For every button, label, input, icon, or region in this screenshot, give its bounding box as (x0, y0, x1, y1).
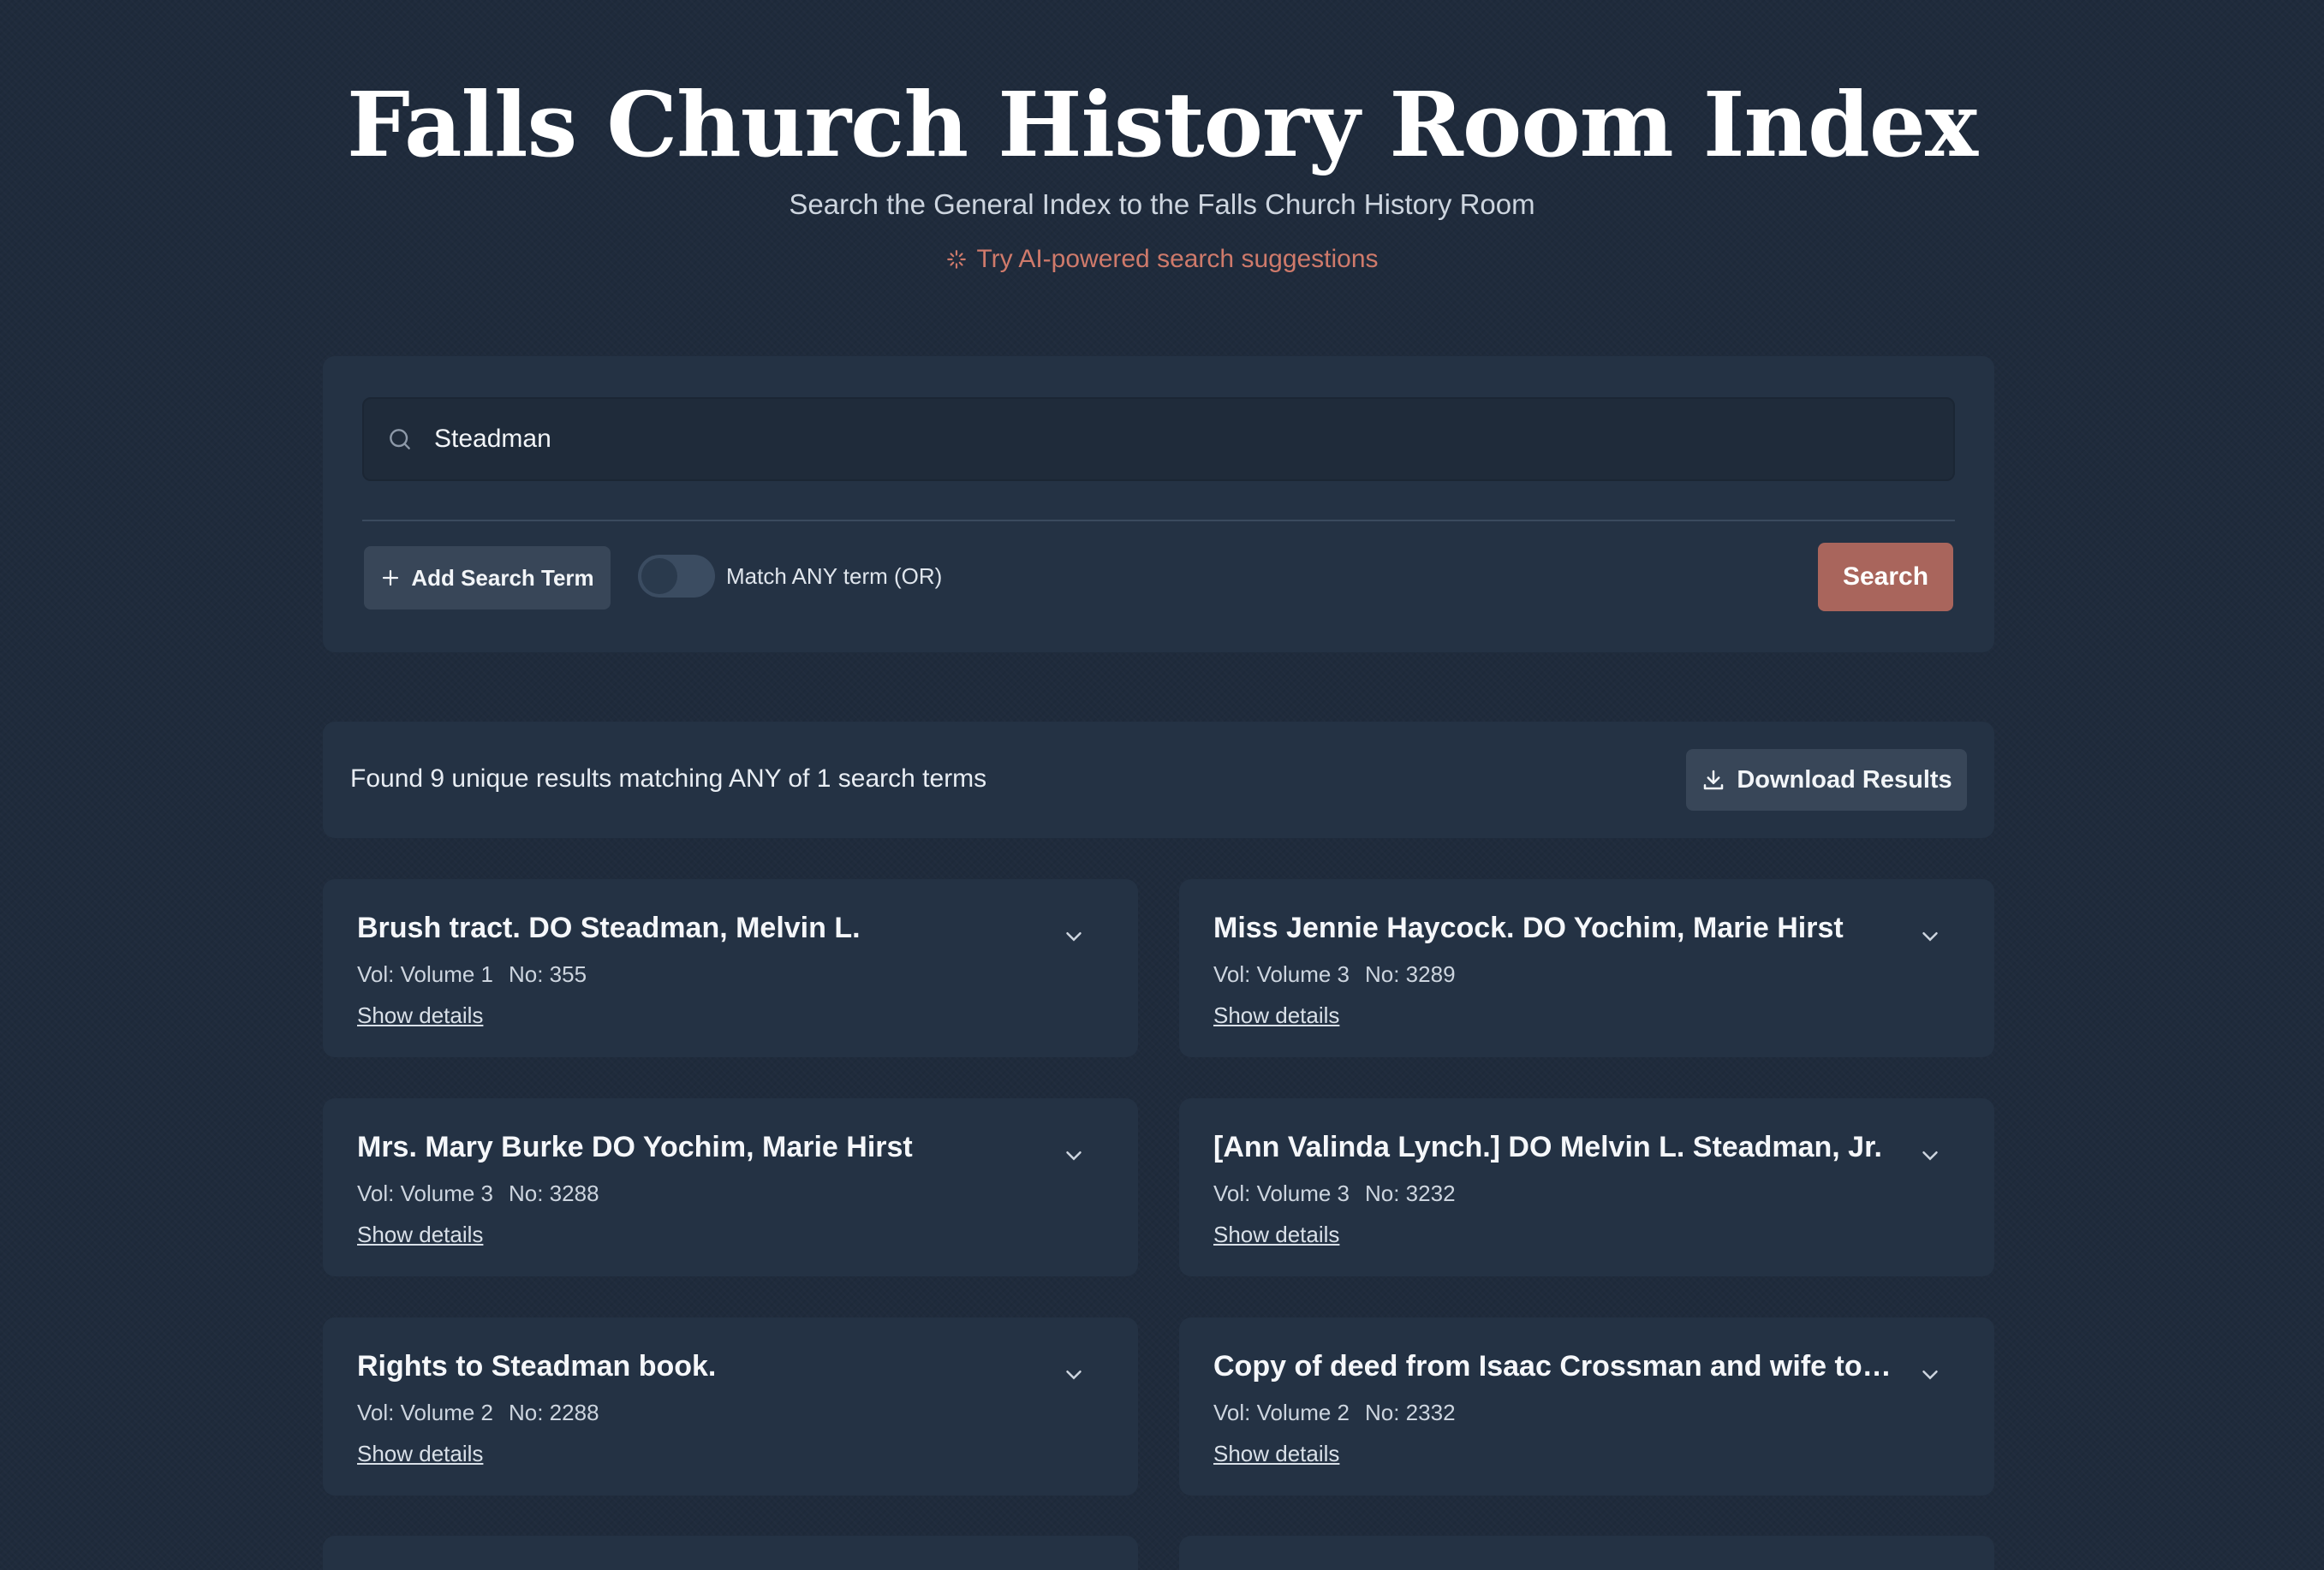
result-meta: Vol: Volume 1 No: 355 (357, 961, 587, 988)
show-details-link[interactable]: Show details (1213, 1441, 1339, 1467)
result-number: No: 3289 (1365, 961, 1456, 987)
result-number: No: 3232 (1365, 1180, 1456, 1206)
chevron-down-icon[interactable] (1061, 924, 1087, 949)
chevron-down-icon[interactable] (1061, 1362, 1087, 1388)
result-card-partial[interactable] (323, 1536, 1138, 1570)
result-card-partial[interactable] (1179, 1536, 1994, 1570)
show-details-link[interactable]: Show details (1213, 1222, 1339, 1248)
ai-suggestions-link[interactable]: Try AI-powered search suggestions (945, 245, 1379, 274)
sparkle-icon (947, 250, 967, 269)
download-results-label: Download Results (1737, 765, 1952, 794)
result-title: Copy of deed from Isaac Crossman and wif… (1213, 1350, 1898, 1383)
chevron-down-icon[interactable] (1061, 1143, 1087, 1169)
add-search-term-label: Add Search Term (411, 564, 594, 591)
result-title: Mrs. Mary Burke DO Yochim, Marie Hirst (357, 1131, 913, 1163)
result-number: No: 355 (509, 961, 587, 987)
search-input[interactable] (434, 425, 1890, 454)
result-volume: Vol: Volume 3 (1213, 961, 1350, 987)
result-title: Rights to Steadman book. (357, 1350, 717, 1383)
search-button[interactable]: Search (1818, 543, 1953, 611)
result-volume: Vol: Volume 3 (1213, 1180, 1350, 1206)
search-panel: Add Search Term Match ANY term (OR) Sear… (323, 356, 1994, 652)
result-card[interactable]: Copy of deed from Isaac Crossman and wif… (1179, 1317, 1994, 1496)
result-volume: Vol: Volume 1 (357, 961, 493, 987)
result-card[interactable]: Brush tract. DO Steadman, Melvin L. Vol:… (323, 879, 1138, 1057)
result-card[interactable]: [Ann Valinda Lynch.] DO Melvin L. Steadm… (1179, 1098, 1994, 1276)
result-card[interactable]: Rights to Steadman book. Vol: Volume 2 N… (323, 1317, 1138, 1496)
page-subtitle: Search the General Index to the Falls Ch… (789, 188, 1535, 220)
search-icon (390, 429, 410, 449)
result-card[interactable]: Miss Jennie Haycock. DO Yochim, Marie Hi… (1179, 879, 1994, 1057)
results-summary: Found 9 unique results matching ANY of 1… (350, 764, 987, 793)
chevron-down-icon[interactable] (1917, 1362, 1943, 1388)
chevron-down-icon[interactable] (1917, 924, 1943, 949)
result-number: No: 2288 (509, 1400, 599, 1425)
result-meta: Vol: Volume 2 No: 2288 (357, 1400, 599, 1426)
plus-icon (383, 569, 399, 586)
add-search-term-button[interactable]: Add Search Term (364, 546, 611, 610)
ai-suggestions-label: Try AI-powered search suggestions (976, 245, 1379, 273)
page-title: Falls Church History Room Index (347, 72, 1978, 177)
show-details-link[interactable]: Show details (357, 1441, 483, 1467)
result-volume: Vol: Volume 2 (1213, 1400, 1350, 1425)
chevron-down-icon[interactable] (1917, 1143, 1943, 1169)
show-details-link[interactable]: Show details (357, 1222, 483, 1248)
download-icon (1704, 770, 1724, 790)
header: Falls Church History Room Index Search t… (0, 0, 2324, 275)
result-title: [Ann Valinda Lynch.] DO Melvin L. Steadm… (1213, 1131, 1882, 1163)
results-summary-bar: Found 9 unique results matching ANY of 1… (323, 722, 1994, 838)
match-any-toggle[interactable] (638, 555, 715, 598)
divider (362, 520, 1955, 521)
result-volume: Vol: Volume 3 (357, 1180, 493, 1206)
result-card[interactable]: Mrs. Mary Burke DO Yochim, Marie Hirst V… (323, 1098, 1138, 1276)
result-meta: Vol: Volume 3 No: 3288 (357, 1180, 599, 1207)
show-details-link[interactable]: Show details (1213, 1002, 1339, 1029)
show-details-link[interactable]: Show details (357, 1002, 483, 1029)
result-meta: Vol: Volume 2 No: 2332 (1213, 1400, 1456, 1426)
download-results-button[interactable]: Download Results (1686, 749, 1967, 811)
result-meta: Vol: Volume 3 No: 3232 (1213, 1180, 1456, 1207)
page: Falls Church History Room Index Search t… (0, 0, 2324, 1570)
match-any-label: Match ANY term (OR) (726, 563, 943, 589)
result-title: Brush tract. DO Steadman, Melvin L. (357, 912, 861, 944)
result-volume: Vol: Volume 2 (357, 1400, 493, 1425)
result-meta: Vol: Volume 3 No: 3289 (1213, 961, 1456, 988)
search-field[interactable] (362, 397, 1955, 481)
result-title: Miss Jennie Haycock. DO Yochim, Marie Hi… (1213, 912, 1844, 944)
toggle-knob (641, 558, 677, 594)
result-number: No: 2332 (1365, 1400, 1456, 1425)
result-number: No: 3288 (509, 1180, 599, 1206)
